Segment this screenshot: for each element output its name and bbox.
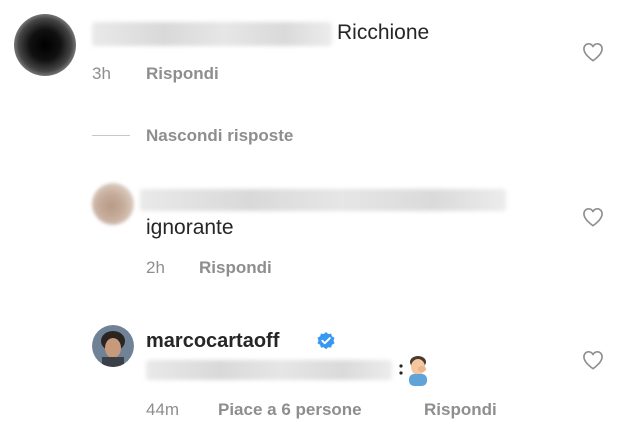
comment-time: 44m <box>146 400 180 419</box>
reply-button[interactable]: Rispondi <box>146 64 219 84</box>
facepalm-emoji <box>396 352 434 386</box>
username-blurred[interactable] <box>92 22 332 46</box>
hide-replies-button[interactable]: Nascondi risposte <box>146 126 293 146</box>
username-blurred[interactable] <box>140 189 506 211</box>
verified-badge-icon <box>317 332 335 350</box>
heart-outline-icon[interactable] <box>582 207 604 227</box>
comment-time: 2h <box>146 258 165 277</box>
facepalm-emoji-icon <box>399 356 427 386</box>
hide-replies-line <box>92 135 130 136</box>
avatar[interactable] <box>92 325 134 367</box>
reply-button[interactable]: Rispondi <box>424 400 497 420</box>
avatar-photo <box>92 325 134 367</box>
heart-outline-icon[interactable] <box>582 42 604 62</box>
username[interactable]: marcocartaoff <box>146 330 279 353</box>
likes-count[interactable]: Piace a 6 persone <box>218 400 362 420</box>
avatar[interactable] <box>92 183 134 225</box>
comment-text: Ricchione <box>337 21 430 44</box>
avatar[interactable] <box>14 14 76 76</box>
comment-text: ignorante <box>146 216 234 239</box>
heart-outline-icon[interactable] <box>582 350 604 370</box>
comment-time: 3h <box>92 64 111 83</box>
comment-text-blurred <box>146 360 392 380</box>
reply-button[interactable]: Rispondi <box>199 258 272 278</box>
